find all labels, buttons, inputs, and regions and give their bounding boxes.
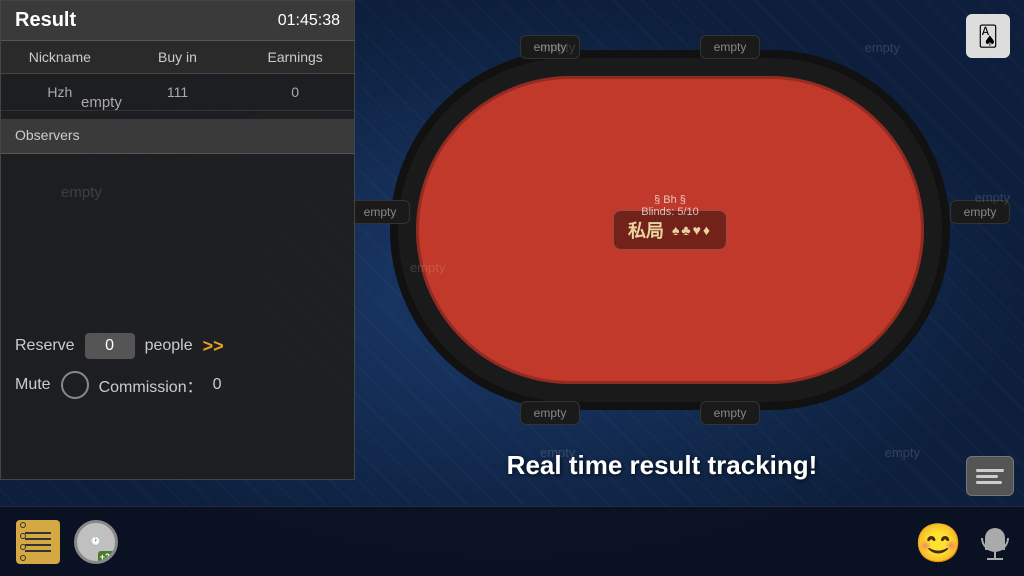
- emoji-icon[interactable]: 😊: [915, 522, 962, 566]
- observers-header: Observers: [1, 119, 354, 154]
- table-empty-ghost: empty: [61, 184, 102, 201]
- double-arrow-icon[interactable]: >>: [203, 336, 224, 357]
- seat-bottom-left[interactable]: empty: [520, 401, 580, 425]
- result-title: Result: [15, 9, 76, 32]
- mic-icon-shape: [985, 528, 1005, 560]
- poker-table: 私局 ♠♣♥♦ § Bh § Blinds: 5/10 empty empty …: [390, 50, 950, 410]
- spiral-ring-4: [20, 555, 26, 561]
- notepad-icon: [16, 520, 60, 564]
- chat-line-3: [976, 481, 1002, 484]
- table-logo-text: 私局: [628, 217, 664, 243]
- bottom-right-icons: 😊: [915, 520, 1014, 568]
- reserve-input[interactable]: [85, 333, 135, 359]
- reserve-row: Reserve people >>: [15, 333, 342, 359]
- player-earnings-0: 0: [236, 74, 354, 110]
- main-tagline: Real time result tracking!: [370, 450, 954, 481]
- seat-right[interactable]: empty: [950, 200, 1010, 224]
- mic-base: [987, 558, 1003, 560]
- commission-label: Commission：: [99, 373, 203, 397]
- notepad-line-2: [25, 538, 50, 540]
- result-table-header: Nickname Buy in Earnings: [1, 41, 354, 74]
- game-name: § Bh §: [641, 194, 698, 206]
- notepad-line-1: [25, 532, 50, 534]
- seat-bottom-right[interactable]: empty: [700, 401, 760, 425]
- mic-button[interactable]: [976, 520, 1014, 568]
- clock-button[interactable]: 🕐 +20: [72, 518, 120, 566]
- notepad-button[interactable]: [14, 518, 62, 566]
- chat-line-1: [976, 469, 1004, 472]
- card-symbol: 🂡: [978, 24, 998, 49]
- clock-hands: 🕐: [90, 536, 101, 547]
- player-buyin-0: 111: [119, 74, 237, 110]
- spiral-ring-2: [20, 533, 26, 539]
- people-label: people: [145, 337, 193, 355]
- col-buyin: Buy in: [119, 41, 237, 73]
- spiral-ring-1: [20, 522, 26, 528]
- result-timer: 01:45:38: [278, 12, 340, 30]
- clock-icon: 🕐 +20: [74, 520, 118, 564]
- observers-label: Observers: [15, 127, 80, 143]
- result-panel: Result 01:45:38 Nickname Buy in Earnings…: [0, 0, 355, 480]
- col-nickname: Nickname: [1, 41, 119, 73]
- table-logo-suits: ♠♣♥♦: [672, 222, 712, 238]
- player-row-0: Hzh 111 0 empty: [1, 74, 354, 111]
- chat-icon[interactable]: [966, 456, 1014, 496]
- player-nickname-0: Hzh: [1, 74, 119, 110]
- result-header: Result 01:45:38: [1, 1, 354, 41]
- seat-top-right[interactable]: empty: [700, 35, 760, 59]
- table-felt: 私局 ♠♣♥♦ § Bh § Blinds: 5/10: [416, 76, 924, 384]
- notepad-line-3: [25, 544, 50, 546]
- poker-table-container: 私局 ♠♣♥♦ § Bh § Blinds: 5/10 empty empty …: [370, 30, 980, 470]
- commission-value: 0: [213, 376, 222, 394]
- reserve-label: Reserve: [15, 337, 75, 355]
- seat-top-left[interactable]: empty: [520, 35, 580, 59]
- chat-lines-icon: [976, 469, 1004, 484]
- notepad-spiral: [20, 520, 26, 564]
- spiral-ring-3: [20, 544, 26, 550]
- clock-badge: +20: [98, 551, 117, 563]
- notepad-line-4: [25, 550, 50, 552]
- blinds-info: Blinds: 5/10: [641, 206, 698, 218]
- game-info: § Bh § Blinds: 5/10: [641, 194, 698, 218]
- bottom-bar: 🕐 +20: [0, 506, 1024, 576]
- bottom-controls: Reserve people >> Mute Commission： 0: [1, 333, 356, 399]
- mute-label: Mute: [15, 376, 51, 394]
- chat-line-2: [976, 475, 998, 478]
- col-earnings: Earnings: [236, 41, 354, 73]
- mute-toggle[interactable]: [61, 371, 89, 399]
- right-icons: [966, 456, 1014, 496]
- mute-row: Mute Commission： 0: [15, 371, 342, 399]
- empty-area: empty: [1, 154, 354, 274]
- seat-left[interactable]: empty: [350, 200, 410, 224]
- table-outer: 私局 ♠♣♥♦ § Bh § Blinds: 5/10: [390, 50, 950, 410]
